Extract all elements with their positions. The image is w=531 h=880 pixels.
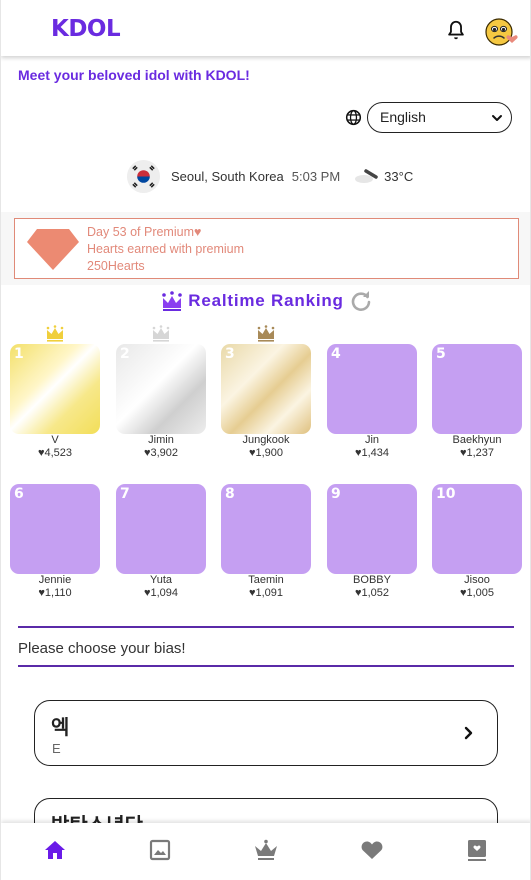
chevron-right-icon <box>464 726 473 740</box>
rank-number: 10 <box>436 486 456 502</box>
tagline: Meet your beloved idol with KDOL! <box>18 67 250 83</box>
idol-photo-tile[interactable]: 6 <box>10 484 100 574</box>
medal-crown-icon <box>46 325 64 342</box>
premium-text: Day 53 of Premium♥ Hearts earned with pr… <box>87 224 244 275</box>
rank-number: 8 <box>225 486 235 502</box>
premium-banner[interactable]: Day 53 of Premium♥ Hearts earned with pr… <box>14 218 519 279</box>
bookmark-book-icon[interactable] <box>465 838 489 862</box>
idol-photo-tile[interactable]: 10 <box>432 484 522 574</box>
idol-name: Jin <box>364 434 380 446</box>
bias-list-item[interactable]: 엑 E <box>34 700 498 766</box>
crown-nav-icon[interactable] <box>254 838 278 862</box>
idol-heart-count: ♥1,900 <box>248 447 284 459</box>
location-time: 5:03 PM <box>291 168 341 184</box>
rank-number: 4 <box>331 346 341 362</box>
chevron-down-icon <box>492 115 502 121</box>
idol-name: Baekhyun <box>452 434 502 446</box>
idol-name: Jimin <box>148 434 174 446</box>
idol-photo-tile[interactable]: 8 <box>221 484 311 574</box>
idol-heart-count: ♥1,091 <box>248 587 284 599</box>
rank-number: 7 <box>120 486 130 502</box>
temperature: 33°C <box>384 168 414 184</box>
rank-number: 6 <box>14 486 24 502</box>
cloudy-icon <box>355 169 378 183</box>
ranking-card[interactable]: 1 V ♥4,523 <box>10 324 100 464</box>
bell-icon[interactable] <box>445 19 467 41</box>
idol-photo-tile[interactable]: 3 <box>221 344 311 434</box>
crown-icon <box>162 291 183 311</box>
idol-name: Taemin <box>248 574 284 586</box>
south-korea-flag-icon <box>127 159 160 193</box>
ranking-card[interactable]: 9 BOBBY ♥1,052 <box>327 484 417 604</box>
language-select[interactable]: English <box>367 102 512 133</box>
ranking-card[interactable]: 2 Jimin ♥3,902 <box>116 324 206 464</box>
bias-english-name: E <box>52 741 61 756</box>
ranking-card[interactable]: 6 Jennie ♥1,110 <box>10 484 100 604</box>
idol-heart-count: ♥1,110 <box>38 587 72 599</box>
idol-heart-count: ♥1,052 <box>354 587 390 599</box>
idol-name: Jennie <box>38 574 72 586</box>
bottom-navigation <box>1 823 530 880</box>
ranking-card[interactable]: 3 Jungkook ♥1,900 <box>221 324 311 464</box>
location-city: Seoul, South Korea <box>171 168 284 184</box>
idol-photo-tile[interactable]: 4 <box>327 344 417 434</box>
idol-photo-tile[interactable]: 9 <box>327 484 417 574</box>
rank-number: 9 <box>331 486 341 502</box>
gallery-icon[interactable] <box>148 838 172 862</box>
idol-name: Yuta <box>149 574 173 586</box>
idol-heart-count: ♥1,434 <box>354 447 390 459</box>
idol-name: V <box>51 434 59 446</box>
ranking-card[interactable]: 4 Jin ♥1,434 <box>327 324 417 464</box>
premium-day: Day 53 of Premium♥ <box>87 225 202 239</box>
idol-name: Jungkook <box>242 434 290 446</box>
app-root: KDOL Meet your beloved idol with KDOL! E… <box>0 0 531 880</box>
ranking-card[interactable]: 8 Taemin ♥1,091 <box>221 484 311 604</box>
divider <box>18 626 514 628</box>
refresh-icon[interactable] <box>350 290 372 312</box>
rank-number: 2 <box>120 346 130 362</box>
bias-prompt: Please choose your bias! <box>18 640 186 657</box>
idol-photo-tile[interactable]: 1 <box>10 344 100 434</box>
top-header: KDOL <box>1 0 530 56</box>
medal-crown-icon <box>257 325 275 342</box>
ranking-title: Realtime Ranking <box>188 291 344 310</box>
ranking-card[interactable]: 5 Baekhyun ♥1,237 <box>432 324 522 464</box>
bias-korean-name: 엑 <box>51 715 70 739</box>
rank-number: 3 <box>225 346 235 362</box>
home-icon[interactable] <box>43 838 67 862</box>
premium-earned-label: Hearts earned with premium <box>87 242 245 256</box>
idol-name: BOBBY <box>353 574 391 586</box>
idol-heart-count: ♥3,902 <box>143 447 179 459</box>
language-select-value: English <box>380 109 426 125</box>
idol-photo-tile[interactable]: 7 <box>116 484 206 574</box>
idol-heart-count: ♥1,094 <box>143 587 179 599</box>
idol-heart-count: ♥1,005 <box>459 587 495 599</box>
rank-number: 1 <box>14 346 24 362</box>
idol-name: Jisoo <box>464 574 490 586</box>
idol-heart-count: ♥4,523 <box>37 447 73 459</box>
logo[interactable]: KDOL <box>51 16 121 42</box>
diamond-icon <box>27 229 79 270</box>
divider <box>18 665 514 667</box>
location-row: Seoul, South Korea 5:03 PM 33°C <box>127 159 414 193</box>
rank-number: 5 <box>436 346 446 362</box>
premium-hearts: 250Hearts <box>87 259 145 273</box>
idol-heart-count: ♥1,237 <box>459 447 495 459</box>
heart-icon[interactable] <box>360 838 384 862</box>
ranking-header: Realtime Ranking <box>1 290 530 312</box>
avatar-emoji-icon[interactable] <box>485 17 519 47</box>
idol-photo-tile[interactable]: 5 <box>432 344 522 434</box>
ranking-card[interactable]: 7 Yuta ♥1,094 <box>116 484 206 604</box>
ranking-card[interactable]: 10 Jisoo ♥1,005 <box>432 484 522 604</box>
globe-icon <box>345 109 362 126</box>
idol-photo-tile[interactable]: 2 <box>116 344 206 434</box>
medal-crown-icon <box>152 325 170 342</box>
